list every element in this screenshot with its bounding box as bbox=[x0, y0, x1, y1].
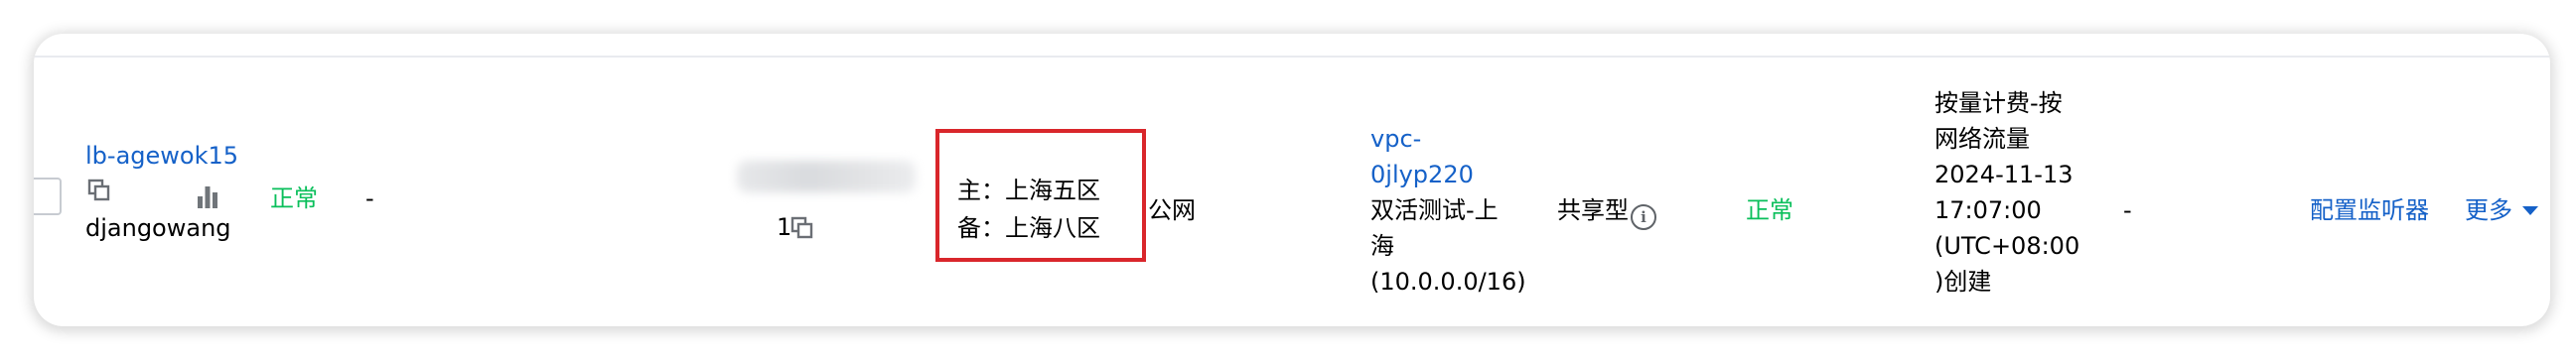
vpc-cidr: (10.0.0.0/16) bbox=[1370, 268, 1526, 296]
highlight-box bbox=[935, 129, 1146, 262]
vip-address-blurred bbox=[737, 161, 916, 192]
created-suffix: )创建 bbox=[1934, 268, 1992, 296]
tag-value: - bbox=[365, 184, 374, 212]
configure-listener-link[interactable]: 配置监听器 bbox=[2310, 192, 2429, 228]
more-label: 更多 bbox=[2465, 196, 2512, 224]
more-dropdown[interactable]: 更多 bbox=[2465, 192, 2538, 228]
table-divider bbox=[34, 56, 2550, 58]
instance-name: djangowang bbox=[85, 214, 231, 242]
lb-list-card: lb-agewok15 djangowang 正常 - 1 主：上海五区 备：上… bbox=[34, 34, 2550, 326]
expire-value: - bbox=[2123, 196, 2132, 224]
copy-icon bbox=[790, 216, 813, 239]
vip-count: 1 bbox=[777, 213, 792, 241]
instance-type-label: 共享型 bbox=[1557, 196, 1629, 224]
health-status: 正常 bbox=[1746, 196, 1793, 224]
created-date: 2024-11-13 bbox=[1934, 161, 2074, 188]
network-type: 公网 bbox=[1148, 196, 1196, 224]
billing-line1: 按量计费-按 bbox=[1934, 89, 2063, 117]
row-checkbox[interactable] bbox=[34, 178, 62, 215]
instance-id-link[interactable]: lb-agewok15 bbox=[85, 138, 238, 174]
caret-down-icon bbox=[2522, 206, 2538, 215]
info-icon[interactable]: i bbox=[1631, 204, 1656, 230]
vpc-link-line1[interactable]: vpc- bbox=[1370, 121, 1421, 157]
vpc-name-line2: 海 bbox=[1370, 232, 1394, 260]
copy-vip-button[interactable] bbox=[790, 216, 814, 244]
monitor-button[interactable] bbox=[197, 184, 218, 212]
billing-line2: 网络流量 bbox=[1934, 125, 2030, 153]
created-timezone: (UTC+08:00 bbox=[1934, 232, 2080, 260]
bar-chart-icon bbox=[198, 186, 217, 208]
vpc-name-line1: 双活测试-上 bbox=[1370, 196, 1499, 224]
created-time: 17:07:00 bbox=[1934, 196, 2042, 224]
status-badge: 正常 bbox=[270, 184, 318, 212]
copy-icon bbox=[87, 179, 110, 201]
instance-type: 共享型 i bbox=[1557, 192, 1656, 230]
vpc-link-line2[interactable]: 0jlyp220 bbox=[1370, 157, 1474, 192]
copy-id-button[interactable] bbox=[87, 179, 111, 206]
